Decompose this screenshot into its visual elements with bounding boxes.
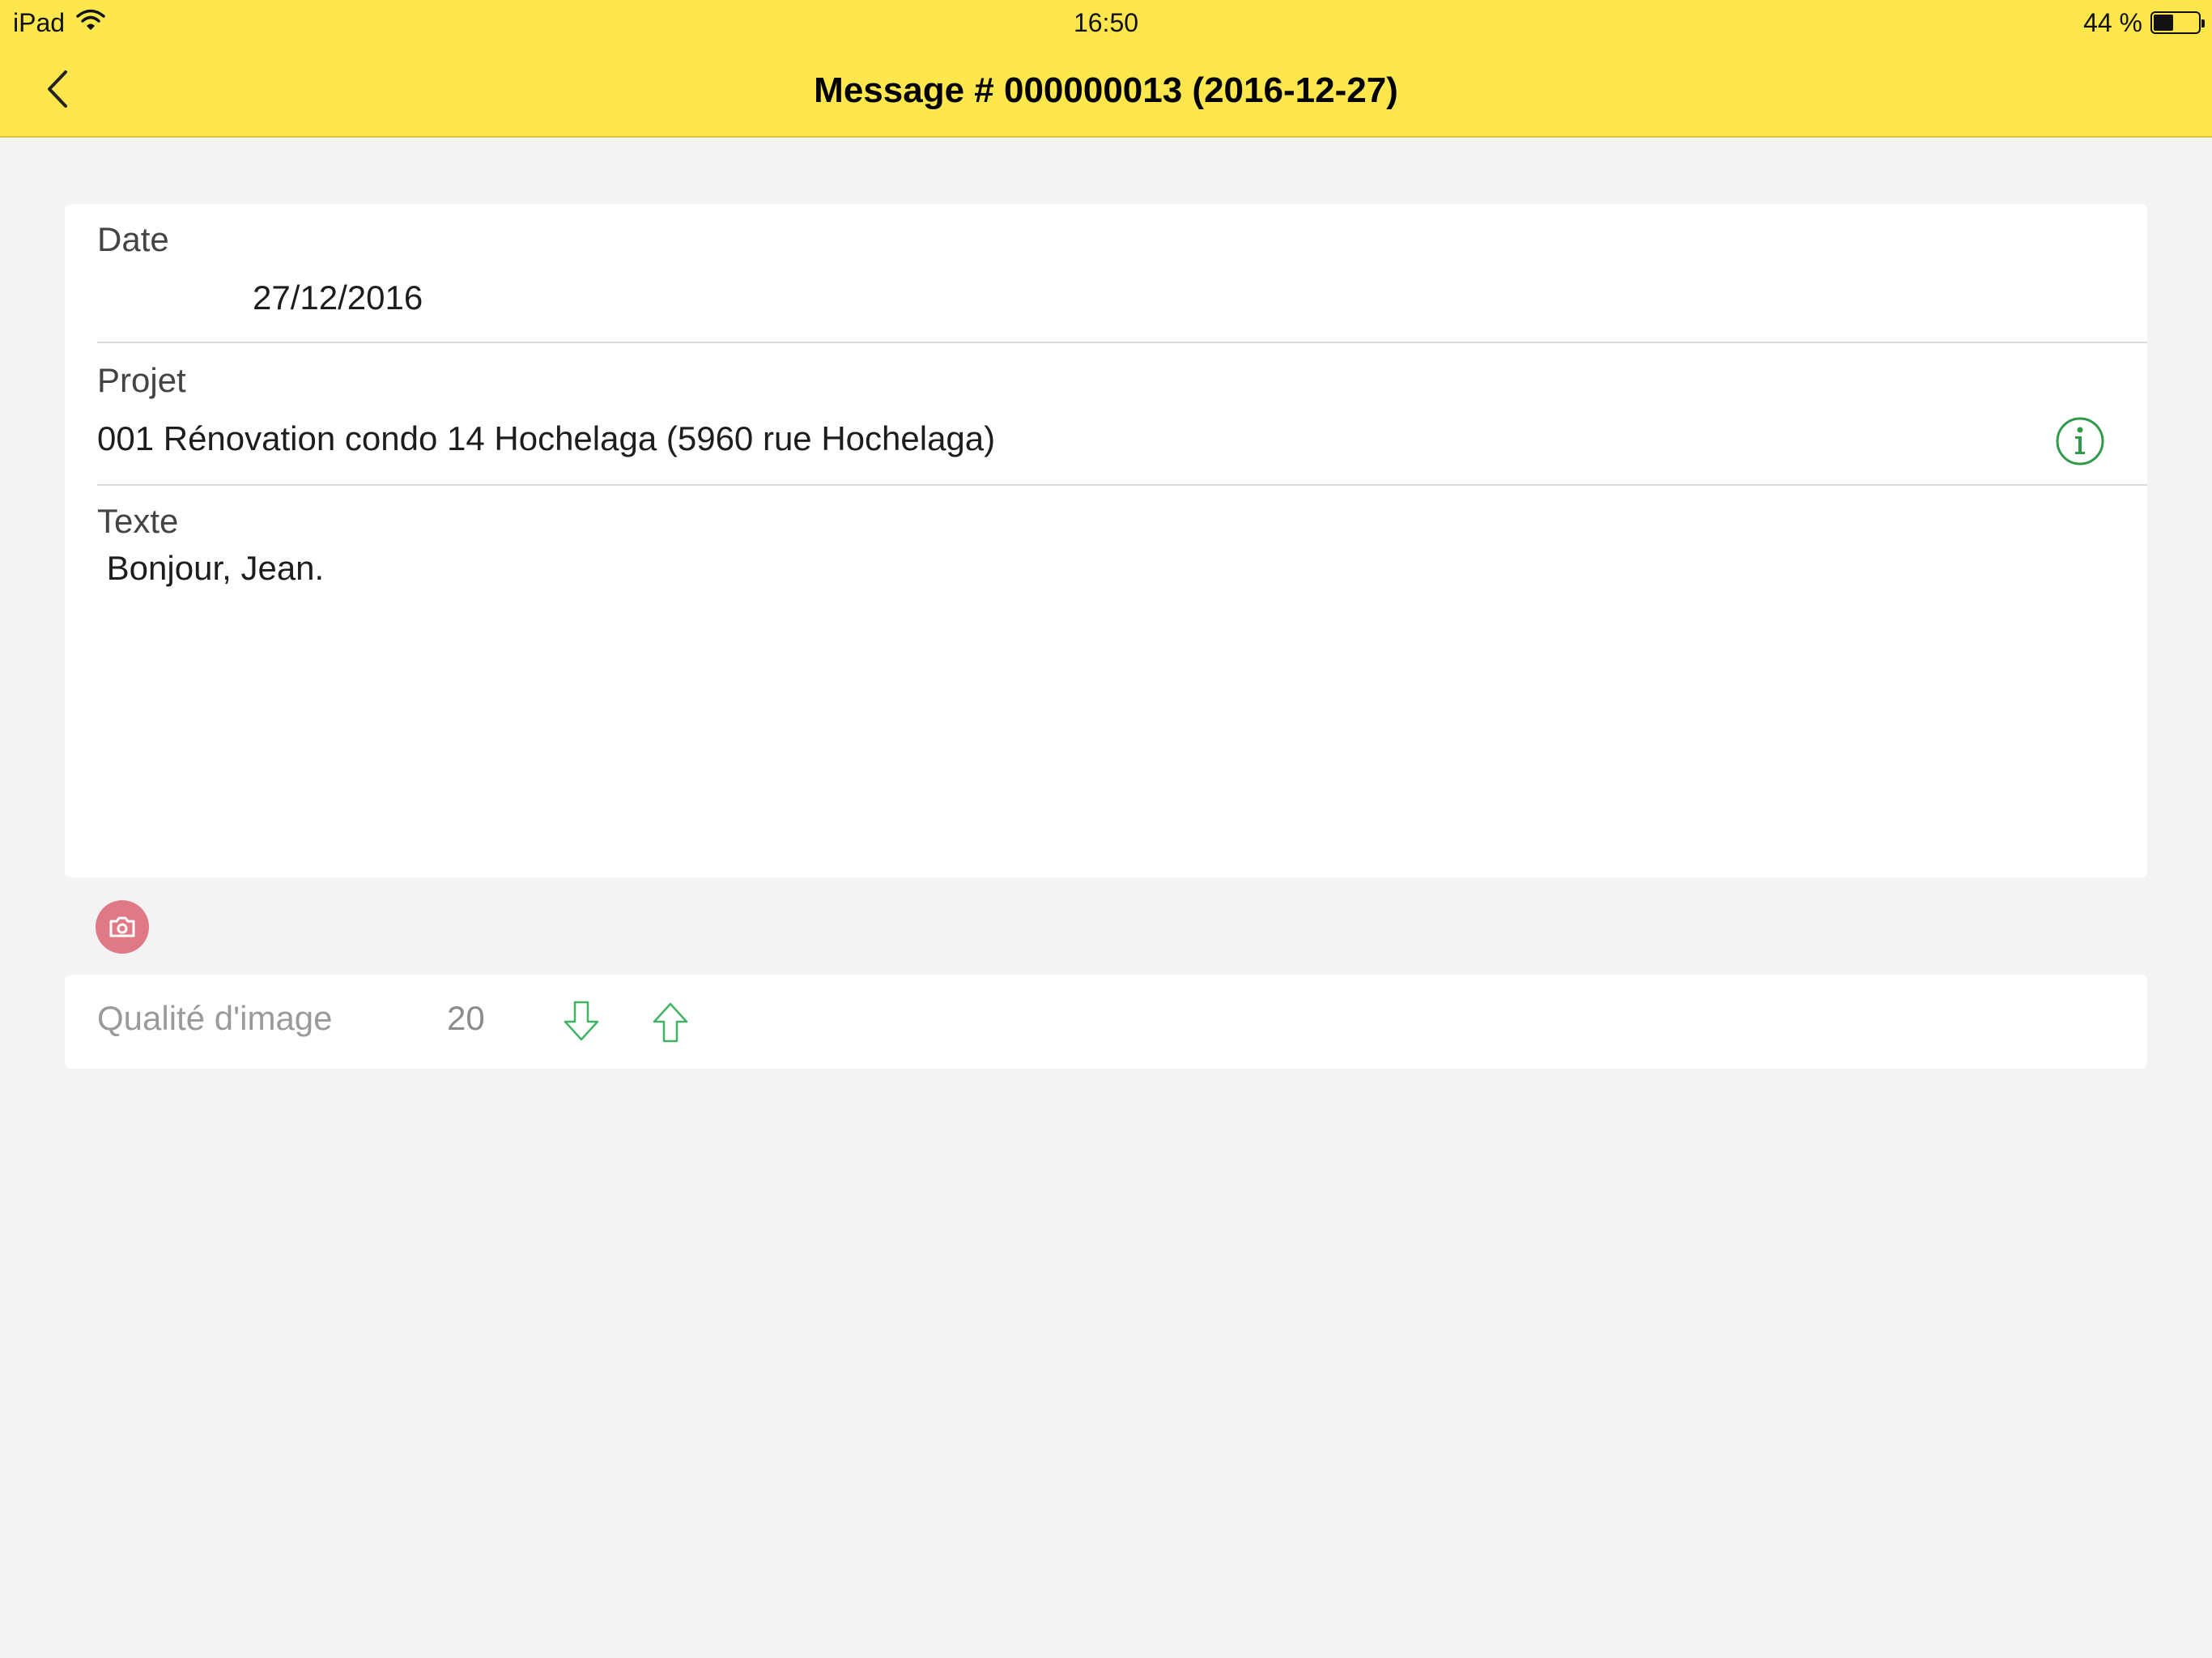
increase-quality-button[interactable] bbox=[648, 999, 693, 1044]
project-label: Projet bbox=[97, 361, 186, 399]
date-label: Date bbox=[97, 220, 169, 258]
text-value[interactable]: Bonjour, Jean. bbox=[97, 549, 325, 588]
camera-icon bbox=[109, 916, 135, 937]
image-quality-label: Qualité d'image bbox=[97, 999, 333, 1037]
battery-level bbox=[2154, 15, 2173, 31]
image-quality-value: 20 bbox=[447, 999, 485, 1037]
decrease-quality-button[interactable] bbox=[559, 999, 604, 1044]
message-form-card: Date 27/12/2016 Projet 001 Rénovation co… bbox=[65, 204, 2147, 878]
camera-button[interactable] bbox=[96, 900, 149, 954]
page-title: Message # 000000013 (2016-12-27) bbox=[814, 70, 1398, 110]
battery-percent: 44 % bbox=[2083, 7, 2142, 37]
status-right: 44 % bbox=[2083, 6, 2205, 39]
info-circle-icon bbox=[2056, 417, 2104, 466]
arrow-up-icon bbox=[653, 1002, 688, 1043]
status-time: 16:50 bbox=[1073, 8, 1139, 37]
text-label: Texte bbox=[97, 502, 179, 540]
battery-icon bbox=[2150, 11, 2205, 34]
top-bar: iPad 16:50 44 % Message # 000000013 (201 bbox=[0, 0, 2212, 138]
app-screen: iPad 16:50 44 % Message # 000000013 (201 bbox=[0, 0, 2212, 1658]
divider bbox=[97, 342, 2147, 343]
info-button[interactable] bbox=[2055, 416, 2105, 466]
project-value[interactable]: 001 Rénovation condo 14 Hochelaga (5960 … bbox=[97, 419, 995, 458]
image-quality-panel: Qualité d'image 20 bbox=[65, 975, 2147, 1069]
divider bbox=[97, 484, 2147, 486]
date-value[interactable]: 27/12/2016 bbox=[253, 278, 423, 317]
arrow-down-icon bbox=[564, 1001, 599, 1041]
